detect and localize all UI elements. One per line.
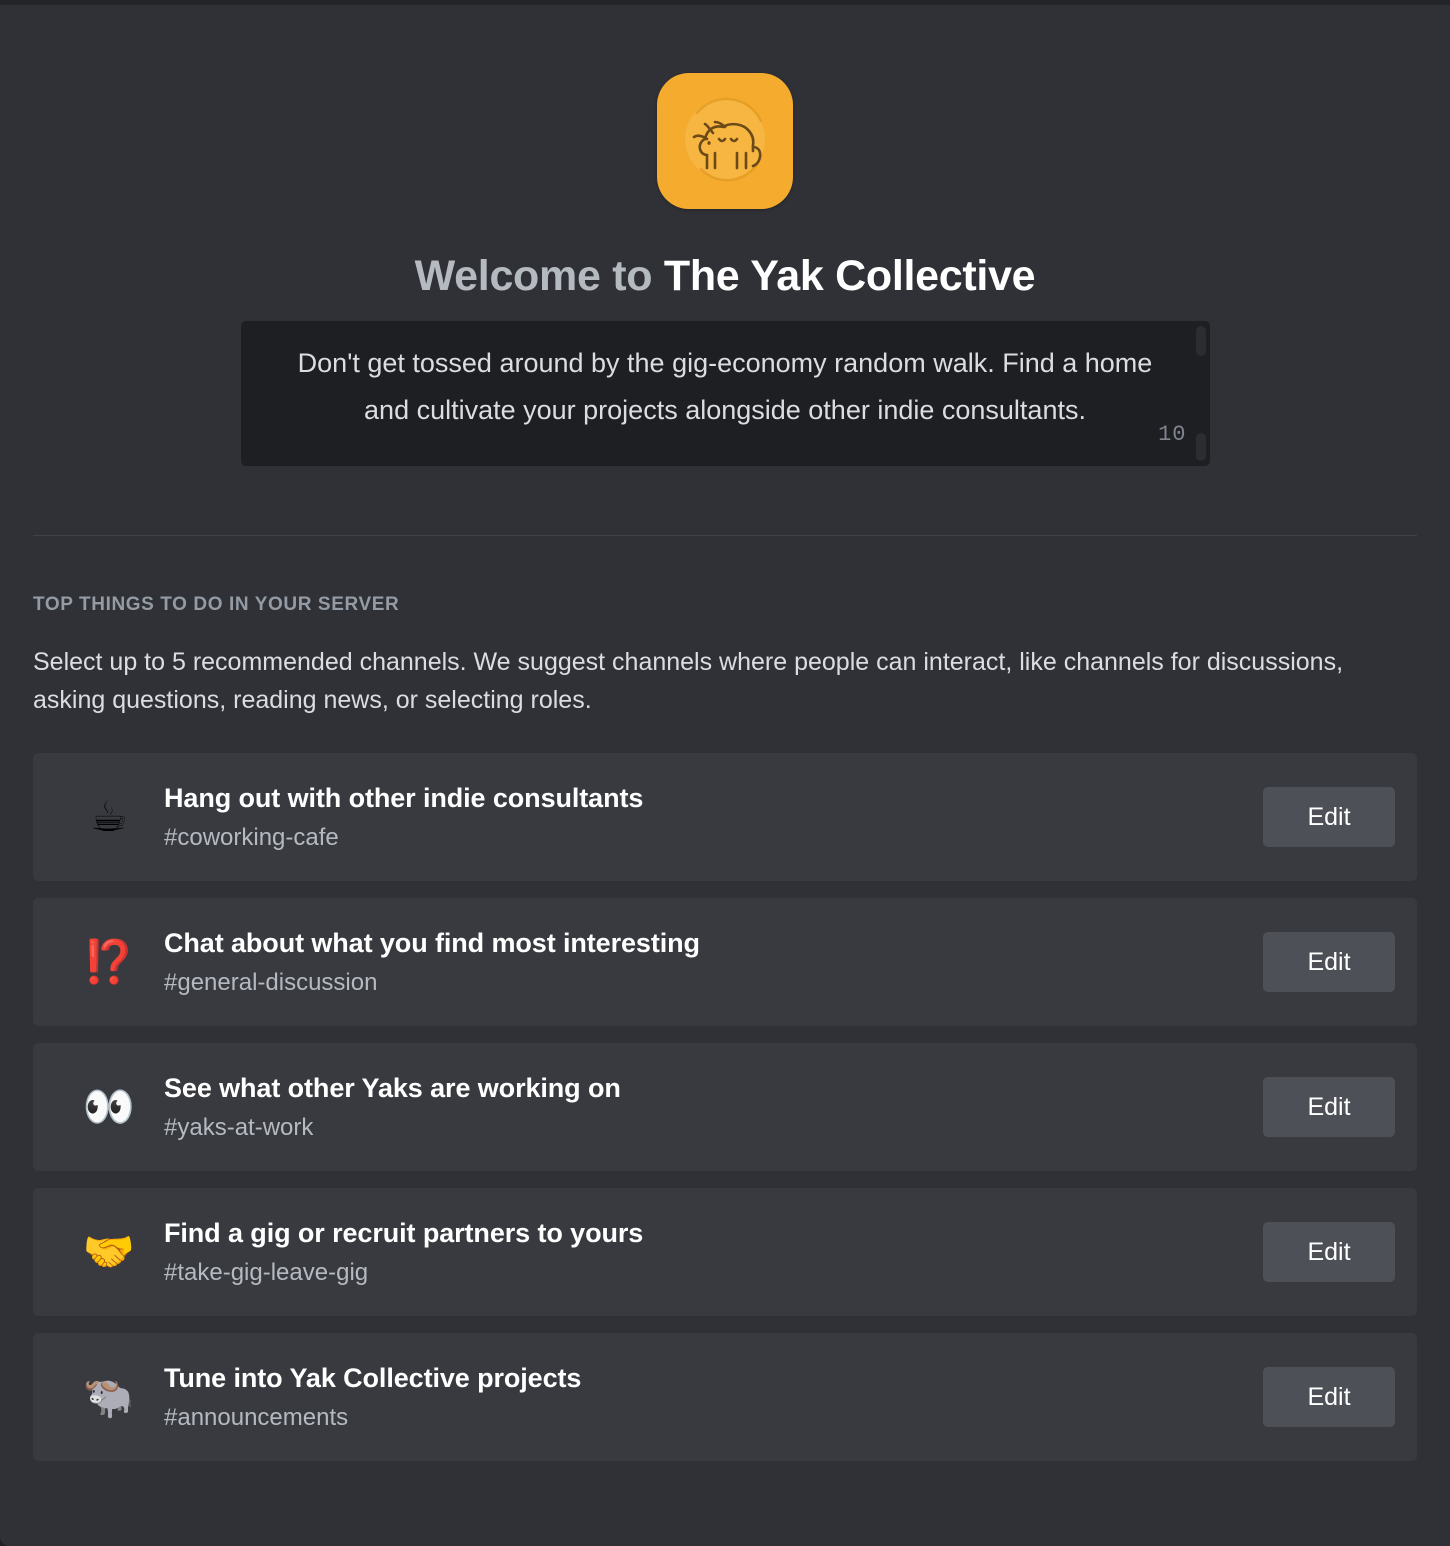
- page-title: Welcome to The Yak Collective: [0, 252, 1450, 300]
- welcome-header: Welcome to The Yak Collective Don't get …: [0, 0, 1450, 467]
- list-item[interactable]: ⁉️ Chat about what you find most interes…: [33, 898, 1417, 1027]
- yak-server-icon: [657, 73, 793, 209]
- section-description: Select up to 5 recommended channels. We …: [33, 648, 1344, 715]
- list-item[interactable]: 👀 See what other Yaks are working on #ya…: [33, 1043, 1417, 1172]
- list-item-title: Hang out with other indie consultants: [164, 782, 644, 813]
- list-item-text: Find a gig or recruit partners to yours …: [164, 1217, 1263, 1288]
- edit-button[interactable]: Edit: [1263, 932, 1395, 993]
- yak-emoji: 🐃: [82, 1373, 136, 1421]
- list-item-title: See what other Yaks are working on: [164, 1072, 621, 1103]
- description-scrollbar-thumb-top[interactable]: [1195, 326, 1206, 357]
- server-settings-page: Welcome to The Yak Collective Don't get …: [0, 0, 1450, 1546]
- edit-button[interactable]: Edit: [1263, 787, 1395, 848]
- edit-button[interactable]: Edit: [1263, 1077, 1395, 1138]
- list-item-text: See what other Yaks are working on #yaks…: [164, 1072, 1263, 1143]
- section-heading: TOP THINGS TO DO IN YOUR SERVER: [33, 594, 400, 616]
- list-item-title: Chat about what you find most interestin…: [164, 927, 700, 958]
- list-item[interactable]: 🤝 Find a gig or recruit partners to your…: [33, 1188, 1417, 1317]
- list-item[interactable]: ☕ Hang out with other indie consultants …: [33, 753, 1417, 882]
- list-item-channel: #coworking-cafe: [164, 823, 339, 851]
- list-item-text: Tune into Yak Collective projects #annou…: [164, 1362, 1263, 1433]
- list-item-title: Tune into Yak Collective projects: [164, 1362, 582, 1393]
- welcome-prefix: Welcome to: [414, 252, 664, 300]
- eyes-emoji: 👀: [82, 1083, 136, 1131]
- list-item-channel: #yaks-at-work: [164, 1113, 314, 1141]
- window-top-strip: [0, 0, 1450, 5]
- list-item[interactable]: 🐃 Tune into Yak Collective projects #ann…: [33, 1333, 1417, 1462]
- handshake-emoji: 🤝: [82, 1228, 136, 1276]
- hot-beverage-emoji: ☕: [90, 793, 128, 841]
- section-divider: [33, 535, 1417, 537]
- edit-button[interactable]: Edit: [1263, 1367, 1395, 1428]
- list-item-channel: #take-gig-leave-gig: [164, 1258, 369, 1286]
- list-item-channel: #announcements: [164, 1403, 349, 1431]
- exclamation-question-mark-emoji: ⁉️: [82, 938, 136, 986]
- list-item-text: Hang out with other indie consultants #c…: [164, 782, 1263, 853]
- list-item-text: Chat about what you find most interestin…: [164, 927, 1263, 998]
- top-things-section: TOP THINGS TO DO IN YOUR SERVER Select u…: [0, 594, 1450, 1462]
- description-scrollbar-thumb-bottom[interactable]: [1195, 433, 1206, 462]
- list-item-title: Find a gig or recruit partners to yours: [164, 1217, 644, 1248]
- recommended-channel-list: ☕ Hang out with other indie consultants …: [33, 753, 1417, 1462]
- edit-button[interactable]: Edit: [1263, 1222, 1395, 1283]
- list-item-channel: #general-discussion: [164, 968, 378, 996]
- character-counter: 10: [1158, 422, 1187, 448]
- server-description-textarea[interactable]: Don't get tossed around by the gig-econo…: [240, 321, 1210, 467]
- server-description-field[interactable]: Don't get tossed around by the gig-econo…: [240, 321, 1210, 467]
- server-name: The Yak Collective: [663, 252, 1036, 300]
